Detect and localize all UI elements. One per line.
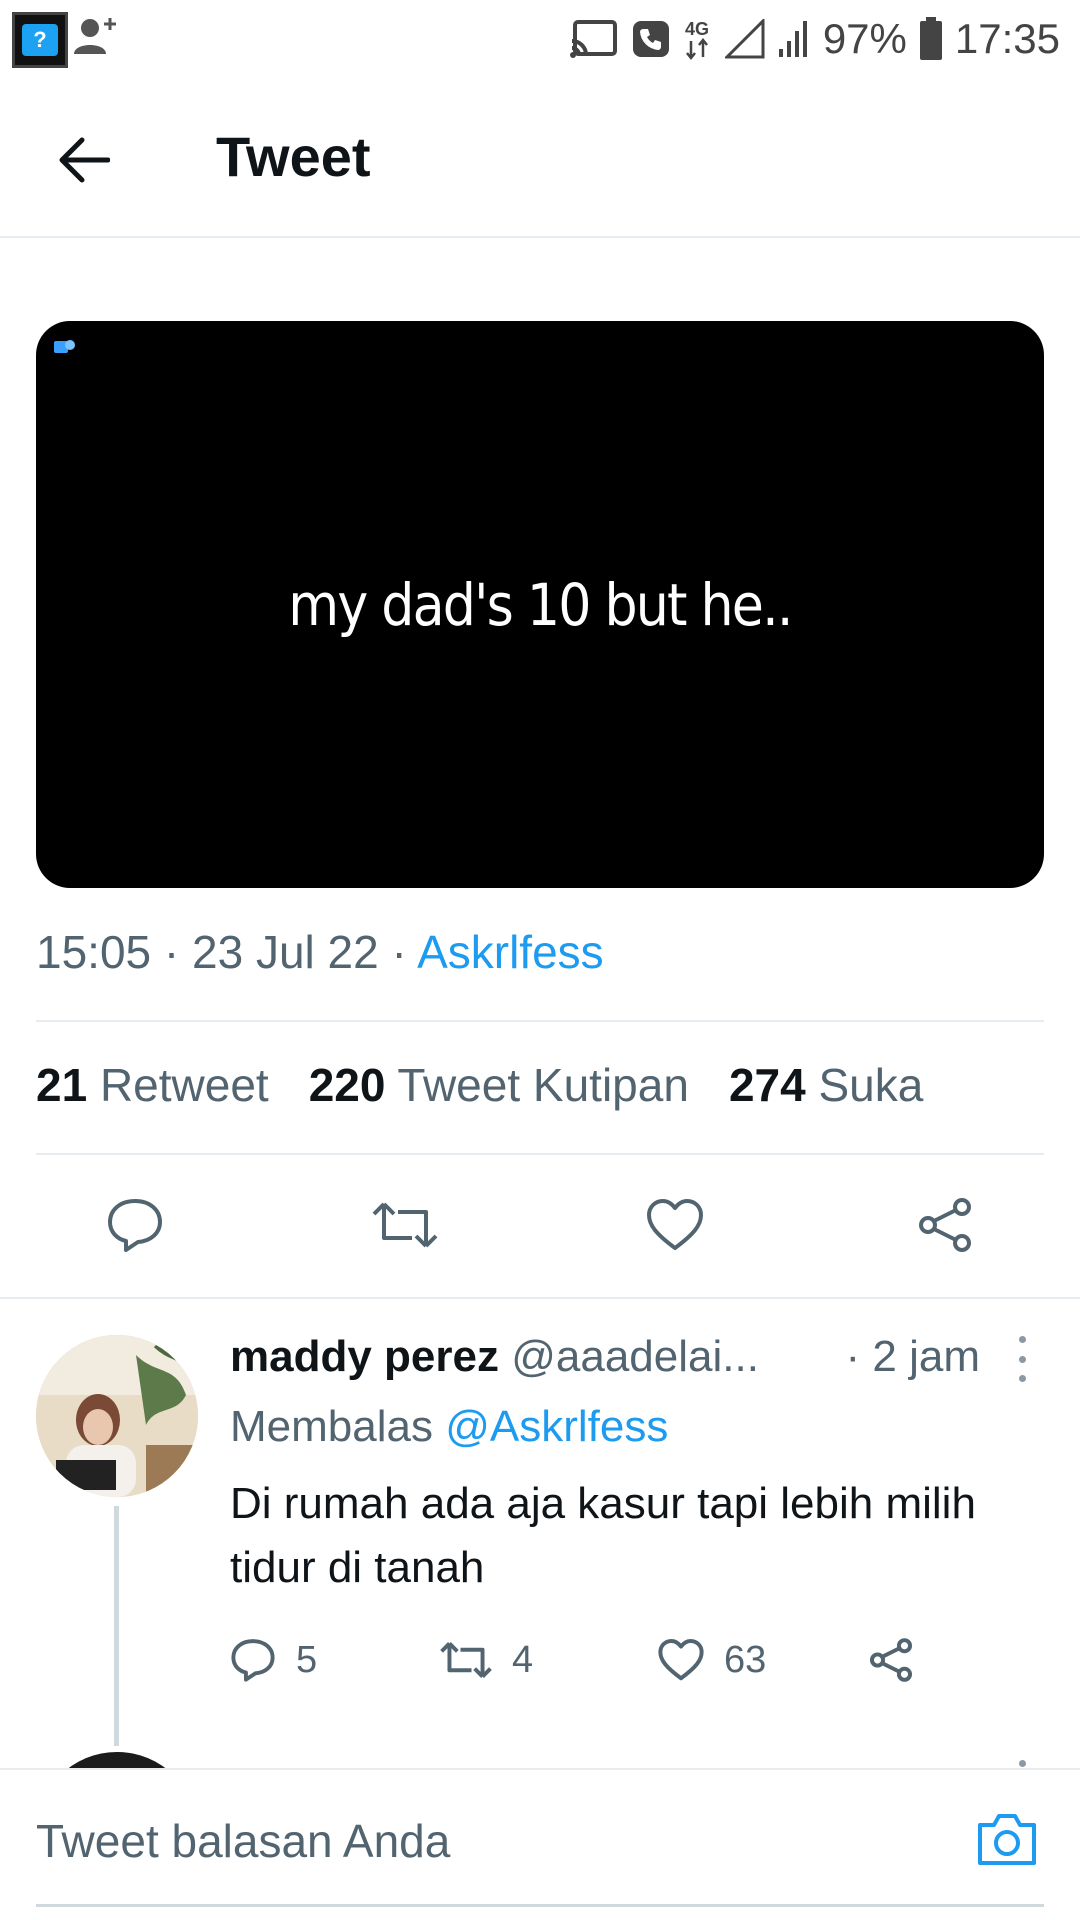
add-user-icon [74, 18, 116, 54]
tweet-meta: 15:05 · 23 Jul 22 · Askrlfess [36, 926, 604, 978]
battery-icon [919, 17, 943, 61]
like-button[interactable] [640, 1190, 710, 1260]
share-icon [869, 1638, 913, 1682]
heart-icon [647, 1199, 703, 1250]
reply-button[interactable] [100, 1190, 170, 1260]
watermark-logo-icon [54, 340, 75, 353]
share-icon [919, 1198, 971, 1252]
reply-compose-bar: Tweet balasan Anda [0, 1768, 1080, 1920]
network-4g-icon: 4G [683, 17, 713, 61]
back-button[interactable] [52, 130, 116, 190]
reply-icon [108, 1199, 162, 1252]
reply-author-name[interactable]: maddy perez [230, 1332, 499, 1381]
divider [0, 1297, 1080, 1299]
more-vertical-icon [1018, 1336, 1026, 1343]
thread-line [114, 1506, 119, 1746]
reply-count: 5 [296, 1638, 318, 1681]
top-app-bar: Tweet [0, 80, 1080, 238]
reply-header: maddy perez @aaadelai... · 2 jam [230, 1332, 1050, 1392]
retweets-stat[interactable]: 21 Retweet [36, 1058, 269, 1112]
signal-strength-icon [724, 19, 765, 59]
replying-to: Membalas @Askrlfess [230, 1402, 669, 1451]
reply-icon [231, 1639, 275, 1682]
reply-author-handle[interactable]: @aaadelai... [511, 1332, 759, 1381]
twitter-app-icon: ? [12, 12, 68, 68]
reply-timestamp: · 2 jam [845, 1332, 980, 1381]
reply-text: Di rumah ada aja kasur tapi lebih milih … [230, 1479, 976, 1592]
share-button[interactable] [910, 1190, 980, 1260]
reply-retweet-button[interactable]: 4 [440, 1630, 533, 1690]
retweet-count: 4 [512, 1638, 534, 1681]
svg-text:4G: 4G [685, 19, 709, 39]
heart-icon [658, 1638, 704, 1681]
reply-reply-button[interactable]: 5 [230, 1630, 317, 1690]
avatar[interactable] [36, 1335, 198, 1497]
replying-to-mention[interactable]: @Askrlfess [445, 1402, 668, 1451]
reply-like-button[interactable]: 63 [658, 1630, 766, 1690]
likes-stat[interactable]: 274 Suka [729, 1058, 923, 1112]
tweet-media[interactable]: my dad's 10 but he.. [36, 321, 1044, 888]
input-underline [36, 1904, 1044, 1907]
clock: 17:35 [954, 15, 1060, 62]
tweet-date: 23 Jul 22 [192, 926, 379, 978]
retweet-button[interactable] [370, 1190, 440, 1260]
tweet-actions [0, 1190, 1080, 1260]
battery-percent: 97% [822, 15, 907, 62]
call-icon [631, 19, 671, 59]
quote-tweets-stat[interactable]: 220 Tweet Kutipan [309, 1058, 689, 1112]
divider [36, 1020, 1044, 1022]
cast-icon [569, 19, 619, 59]
retweet-icon [372, 1202, 438, 1248]
reply-actions: 5 4 63 [230, 1630, 1030, 1690]
media-caption: my dad's 10 but he.. [288, 570, 793, 639]
retweet-icon [440, 1642, 492, 1678]
divider [36, 1153, 1044, 1155]
camera-icon [978, 1814, 1036, 1865]
signal-bars-icon [777, 19, 811, 59]
like-count: 63 [724, 1638, 767, 1681]
page-title: Tweet [216, 125, 371, 188]
reply-share-button[interactable] [868, 1630, 914, 1690]
camera-button[interactable] [974, 1806, 1040, 1872]
tweet-time: 15:05 [36, 926, 152, 978]
tweet-source-link[interactable]: Askrlfess [417, 926, 604, 978]
more-options-button[interactable] [1012, 1336, 1032, 1382]
more-options-button[interactable] [1019, 1760, 1026, 1767]
reply-input[interactable]: Tweet balasan Anda [36, 1814, 450, 1868]
status-bar: ? 4G 97% 17:35 [0, 0, 1080, 78]
arrow-left-icon [59, 137, 110, 183]
tweet-stats: 21 Retweet 220 Tweet Kutipan 274 Suka [36, 1058, 923, 1112]
